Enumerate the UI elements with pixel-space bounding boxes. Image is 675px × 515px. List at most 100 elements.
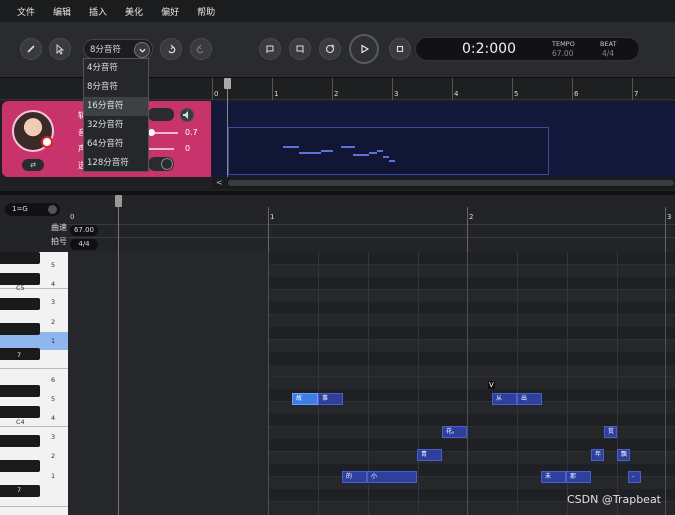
mini-note: [283, 146, 299, 148]
grid-line: [268, 451, 675, 452]
beat-field[interactable]: 4/4: [70, 239, 98, 250]
snap-option-8th[interactable]: 8分音符: [84, 78, 148, 97]
key-degree: 7: [17, 486, 22, 494]
grid-line: [268, 476, 675, 477]
key-degree: 2: [51, 318, 56, 326]
note[interactable]: 故: [292, 393, 318, 405]
swap-singer-button[interactable]: ⇄: [22, 159, 44, 171]
playhead-handle[interactable]: [115, 195, 122, 207]
mini-note: [299, 152, 321, 154]
key-signature-value: 1=G: [12, 205, 28, 213]
note[interactable]: 出: [517, 393, 542, 405]
undo-button[interactable]: [160, 38, 182, 60]
header-divider: [68, 237, 675, 238]
ruler-tick: [272, 78, 273, 100]
track-playhead-handle[interactable]: [224, 78, 231, 89]
stop-button[interactable]: [389, 38, 411, 60]
voice-select[interactable]: [148, 157, 174, 171]
vibrato-marker[interactable]: V: [488, 381, 495, 389]
track-ruler[interactable]: 0 1 2 3 4 5 6 7: [212, 78, 675, 100]
ruler-label: 1: [270, 213, 275, 221]
key-degree: 6: [51, 376, 56, 384]
flag-left-icon: [266, 45, 274, 53]
tempo-label: 曲速: [51, 223, 67, 232]
note[interactable]: 小: [367, 471, 417, 483]
menu-insert[interactable]: 插入: [89, 5, 107, 18]
note[interactable]: 事: [318, 393, 343, 405]
black-key[interactable]: [0, 298, 40, 310]
note[interactable]: 的: [342, 471, 367, 483]
key-divider: [0, 426, 68, 427]
note[interactable]: 从: [492, 393, 517, 405]
loop-button[interactable]: [319, 38, 341, 60]
ruler-label: 6: [574, 90, 579, 98]
black-key[interactable]: [0, 460, 40, 472]
ruler-label: 2: [469, 213, 474, 221]
snap-option-64th[interactable]: 64分音符: [84, 135, 148, 154]
menu-file[interactable]: 文件: [17, 5, 35, 18]
piano-roll-header: 1=G 曲速 67.00 拍号 4/4 0 1 2 3: [0, 195, 675, 252]
play-button[interactable]: [349, 34, 379, 64]
note[interactable]: 未: [541, 471, 566, 483]
snap-option-32nd[interactable]: 32分音符: [84, 116, 148, 135]
pan-value: 0: [185, 144, 191, 153]
tempo-field[interactable]: 67.00: [70, 225, 98, 236]
loop-end-button[interactable]: [289, 38, 311, 60]
note[interactable]: 那: [566, 471, 591, 483]
pencil-tool-button[interactable]: [20, 38, 42, 60]
menu-edit[interactable]: 编辑: [53, 5, 71, 18]
ruler-label: 5: [514, 90, 519, 98]
redo-button[interactable]: [190, 38, 212, 60]
key-divider: [0, 506, 68, 507]
snap-option-16th[interactable]: 16分音符: [84, 97, 148, 116]
grid-line: [268, 264, 675, 265]
snap-select[interactable]: 8分音符: [83, 39, 153, 59]
black-key[interactable]: [0, 252, 40, 264]
stop-icon: [396, 45, 404, 53]
grid-row: [268, 439, 675, 452]
key-degree: 7: [17, 351, 22, 359]
note[interactable]: 飘: [617, 449, 630, 461]
track-scrollbar[interactable]: <: [212, 177, 675, 189]
track-clip[interactable]: [228, 127, 549, 175]
menu-help[interactable]: 帮助: [197, 5, 215, 18]
track-lane[interactable]: [212, 101, 675, 177]
snap-option-128th[interactable]: 128分音符: [84, 154, 148, 173]
cursor-icon: [56, 44, 65, 55]
bar-line: [467, 252, 468, 515]
volume-slider-knob[interactable]: [148, 129, 155, 136]
chevron-down-icon: [161, 158, 173, 170]
mute-button[interactable]: [180, 108, 194, 122]
note[interactable]: 贫: [604, 426, 617, 438]
select-tool-button[interactable]: [49, 38, 71, 60]
beat-value: 4/4: [602, 49, 615, 58]
key-signature-select[interactable]: 1=G: [5, 203, 60, 216]
pre-roll-area: [68, 252, 268, 515]
ruler-tick: [212, 78, 213, 100]
grid-row: [268, 302, 675, 315]
track-name-field[interactable]: [148, 108, 174, 121]
tempo-value: 67.00: [552, 49, 574, 58]
black-key[interactable]: [0, 435, 40, 447]
loop-start-button[interactable]: [259, 38, 281, 60]
note[interactable]: 年: [591, 449, 604, 461]
black-key[interactable]: [0, 406, 40, 418]
grid-line: [268, 339, 675, 340]
snap-option-4th[interactable]: 4分音符: [84, 59, 148, 78]
note[interactable]: 青: [417, 449, 442, 461]
beat-line: [418, 252, 419, 515]
ruler-label: 7: [634, 90, 639, 98]
scrollbar-thumb[interactable]: [228, 180, 674, 186]
menu-beautify[interactable]: 美化: [125, 5, 143, 18]
gear-icon[interactable]: [48, 205, 57, 214]
bar-line: [268, 207, 269, 252]
black-key[interactable]: [0, 323, 40, 335]
note[interactable]: -: [628, 471, 641, 483]
black-key[interactable]: [0, 385, 40, 397]
scroll-left-icon[interactable]: <: [216, 178, 223, 187]
note[interactable]: 花。: [442, 426, 467, 438]
bar-line: [268, 252, 269, 515]
menu-preferences[interactable]: 偏好: [161, 5, 179, 18]
pan-slider[interactable]: [148, 148, 174, 150]
grid-row: [268, 252, 675, 265]
